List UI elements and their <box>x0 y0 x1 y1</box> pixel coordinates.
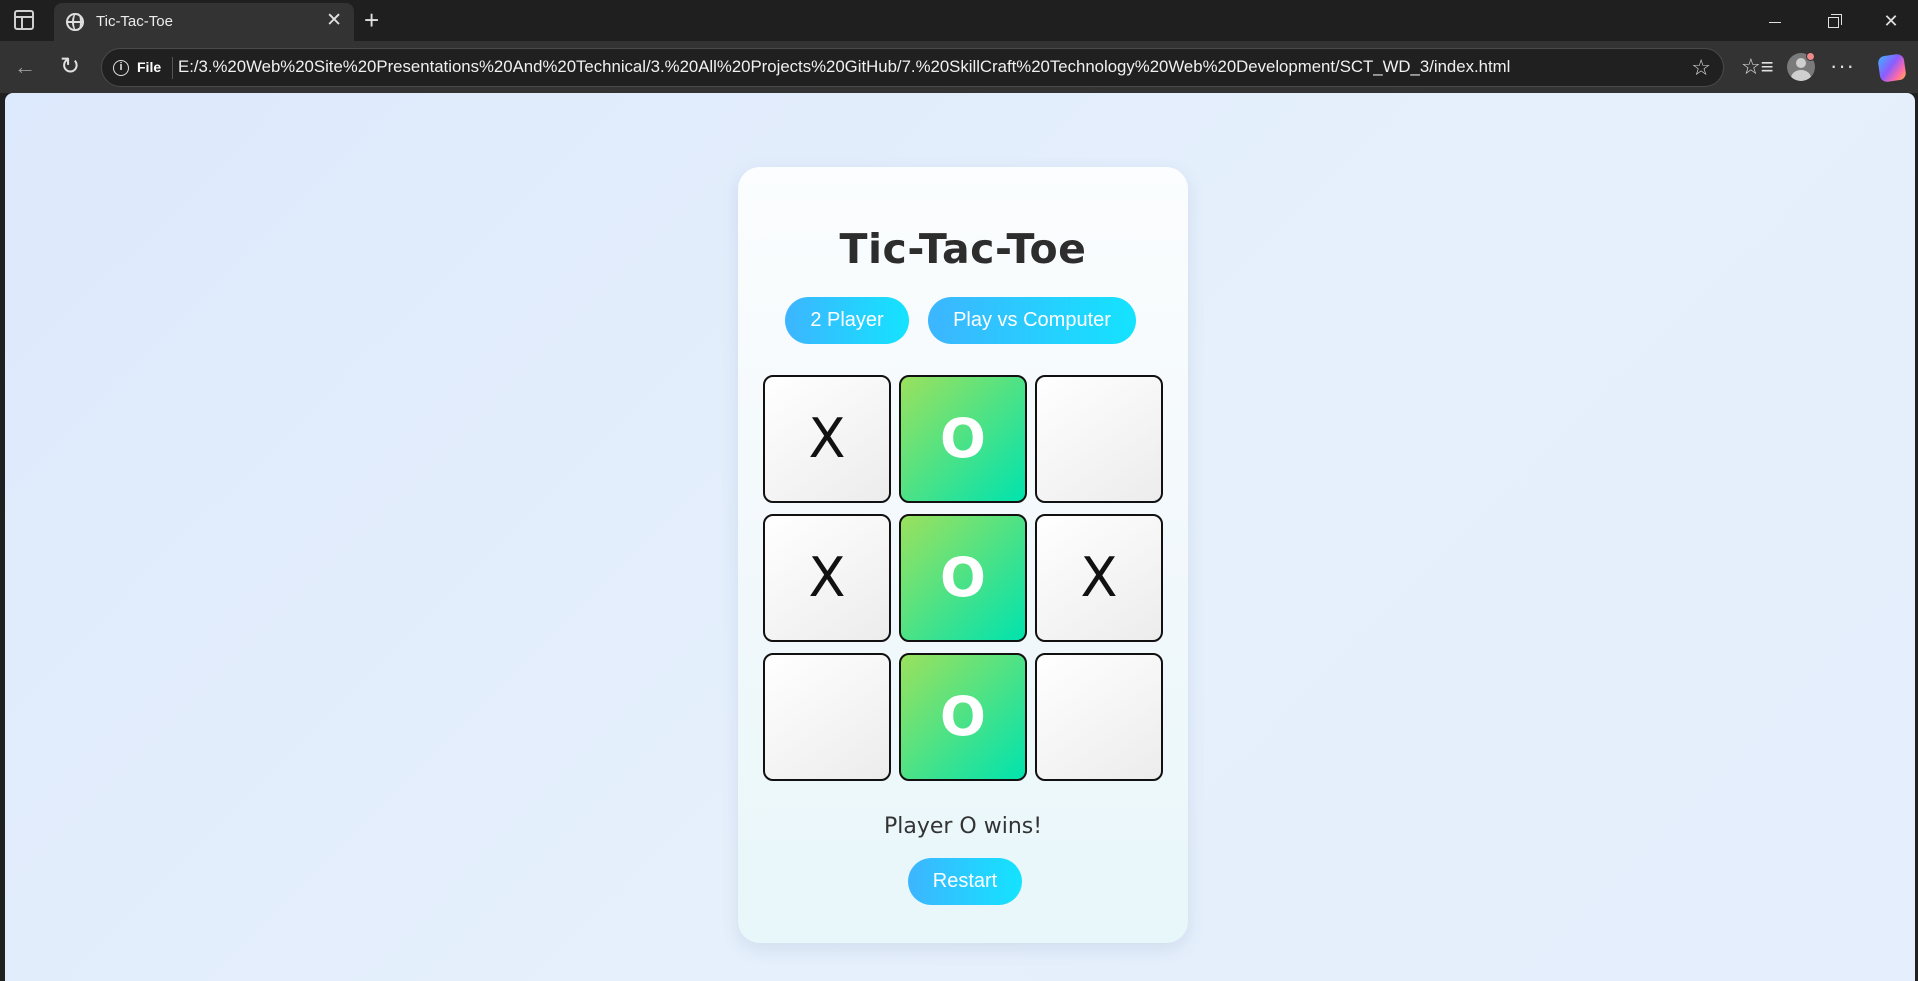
profile-notification-dot <box>1806 52 1815 61</box>
board-cell-2[interactable]: O <box>899 375 1027 503</box>
board-cell-5[interactable]: O <box>899 514 1027 642</box>
game-status: Player O wins! <box>883 814 1043 839</box>
board-cell-1[interactable]: X <box>763 375 891 503</box>
favorites-icon[interactable]: ☆≡ <box>1741 52 1774 82</box>
tab-title: Tic-Tac-Toe <box>96 13 173 30</box>
scheme-label[interactable]: File <box>137 59 161 75</box>
new-tab-button[interactable]: + <box>364 5 379 35</box>
sidebar-toggle-icon[interactable] <box>14 10 34 30</box>
copilot-icon[interactable] <box>1877 53 1907 83</box>
info-icon[interactable]: i <box>113 60 129 76</box>
back-button[interactable]: ← <box>10 53 40 83</box>
restore-icon <box>1827 13 1842 28</box>
restart-button[interactable]: Restart <box>908 858 1022 905</box>
close-window-button[interactable]: ✕ <box>1868 6 1914 36</box>
address-divider <box>172 57 173 79</box>
browser-tab[interactable]: Tic-Tac-Toe ✕ <box>54 3 354 41</box>
board-cell-9[interactable] <box>1035 653 1163 781</box>
board-cell-7[interactable] <box>763 653 891 781</box>
title-bar: Tic-Tac-Toe ✕ + ✕ <box>0 0 1918 41</box>
board-cell-6[interactable]: X <box>1035 514 1163 642</box>
game-card: Tic-Tac-Toe 2 Player Play vs Computer X … <box>738 167 1188 943</box>
address-bar[interactable]: i File E:/3.%20Web%20Site%20Presentation… <box>101 48 1724 87</box>
browser-toolbar: ← ↻ i File E:/3.%20Web%20Site%20Presenta… <box>0 41 1918 93</box>
page-viewport: Tic-Tac-Toe 2 Player Play vs Computer X … <box>5 93 1915 981</box>
vs-computer-button[interactable]: Play vs Computer <box>928 297 1136 344</box>
globe-icon <box>66 13 84 31</box>
tab-close-icon[interactable]: ✕ <box>326 10 342 32</box>
board-cell-8[interactable]: O <box>899 653 1027 781</box>
url-text[interactable]: E:/3.%20Web%20Site%20Presentations%20And… <box>178 57 1510 77</box>
restore-button[interactable] <box>1810 6 1856 36</box>
two-player-button[interactable]: 2 Player <box>785 297 909 344</box>
minimize-button[interactable] <box>1752 6 1798 36</box>
board-cell-4[interactable]: X <box>763 514 891 642</box>
minimize-icon <box>1769 21 1781 23</box>
more-menu-icon[interactable]: ··· <box>1830 51 1855 81</box>
page-title: Tic-Tac-Toe <box>839 225 1087 273</box>
reload-button[interactable]: ↻ <box>55 53 85 83</box>
board-cell-3[interactable] <box>1035 375 1163 503</box>
favorite-star-icon[interactable]: ☆ <box>1691 55 1711 81</box>
game-board: X O X O X O <box>763 375 1164 781</box>
